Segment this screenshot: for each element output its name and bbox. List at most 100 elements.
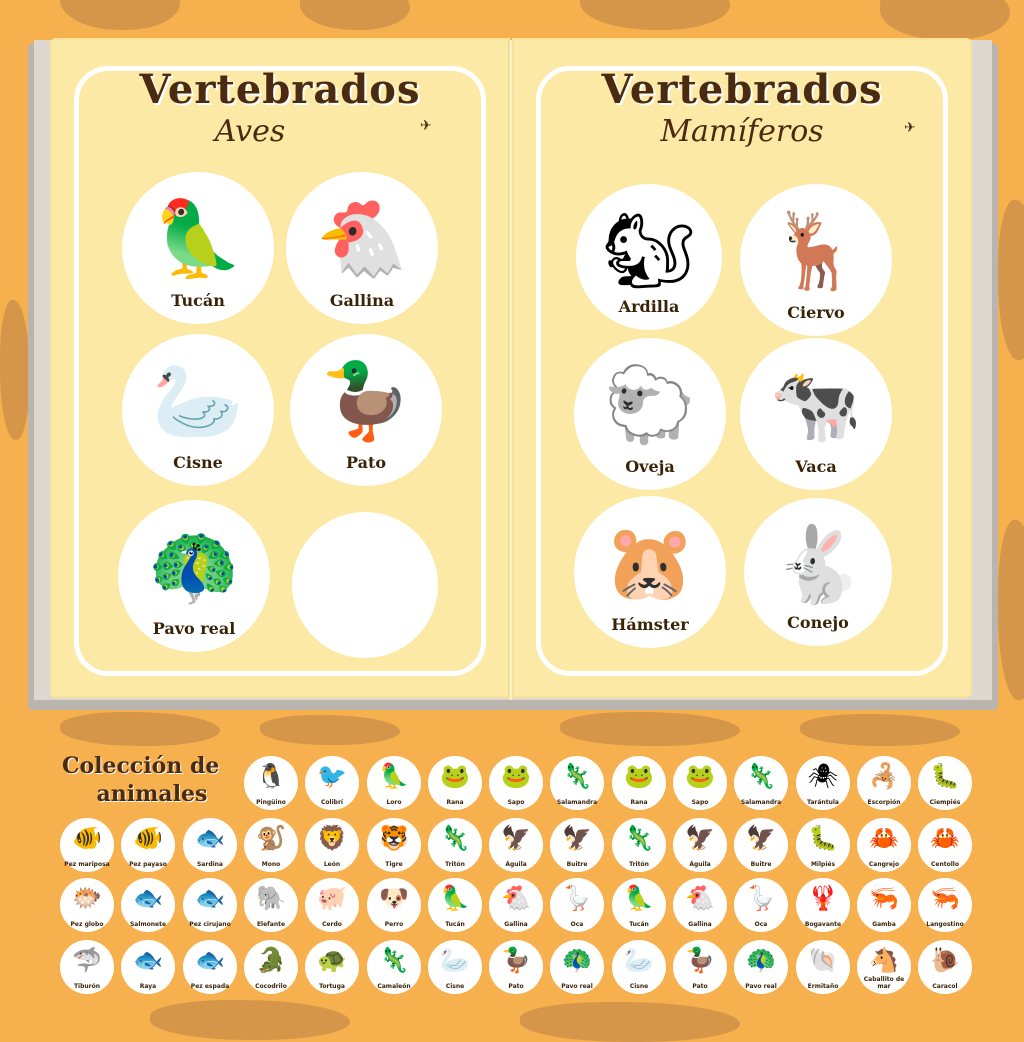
sticker-item[interactable]: 🦀 Cangrejo (857, 818, 911, 872)
sticker-item[interactable]: 🦎 Tritón (612, 818, 666, 872)
sticker-item[interactable]: 🐒 Mono (244, 818, 298, 872)
sticker-item[interactable]: 🦎 Salamandra (734, 756, 788, 810)
sticker-item[interactable]: 🐯 Tigre (367, 818, 421, 872)
animal-card-swan[interactable]: 🦢 Cisne (122, 334, 274, 486)
animal-card-sheep[interactable]: 🐑 Oveja (574, 338, 726, 490)
sticker-item[interactable]: 🐛 Milpiés (796, 818, 850, 872)
sticker-animal-icon: 🐟 (133, 884, 163, 912)
sticker-item[interactable]: 🐸 Rana (428, 756, 482, 810)
empty-animal-slot[interactable] (292, 512, 438, 658)
sticker-label: Oca (754, 921, 768, 928)
sticker-item[interactable]: 🦢 Cisne (428, 940, 482, 994)
sticker-animal-icon: 🐊 (256, 946, 286, 974)
animal-card-rabbit[interactable]: 🐇 Conejo (744, 498, 892, 646)
sticker-item[interactable]: 🐘 Elefante (244, 878, 298, 932)
animal-card-peacock[interactable]: 🦚 Pavo real (118, 500, 270, 652)
sticker-item[interactable]: 🐧 Pingüino (244, 756, 298, 810)
background-silhouette (800, 714, 960, 746)
sticker-item[interactable]: 🦜 Loro (367, 756, 421, 810)
sticker-item[interactable]: 🐚 Ermitaño (796, 940, 850, 994)
sticker-item[interactable]: 🐠 Pez payaso (121, 818, 175, 872)
right-page: Vertebrados Mamíferos ✈ 🐿 Ardilla 🦌 Cier… (512, 38, 972, 698)
sticker-item[interactable]: 🦞 Bogavante (796, 878, 850, 932)
sticker-item[interactable]: 🦅 Buitre (734, 818, 788, 872)
sticker-item[interactable]: 🦅 Buitre (550, 818, 604, 872)
sticker-item[interactable]: 🐖 Cerdo (305, 878, 359, 932)
animal-label: Ardilla (618, 297, 680, 316)
animal-card-cow[interactable]: 🐄 Vaca (740, 338, 892, 490)
sticker-item[interactable]: 🪿 Oca (734, 878, 788, 932)
sticker-item[interactable]: 🦜 Tucán (612, 878, 666, 932)
sticker-item[interactable]: 🦂 Escorpión (857, 756, 911, 810)
sticker-animal-icon: 🦅 (685, 824, 715, 852)
sticker-label: Tigre (385, 861, 403, 868)
sticker-item[interactable]: 🐊 Cocodrilo (244, 940, 298, 994)
sticker-animal-icon: 🐸 (624, 762, 654, 790)
sticker-item[interactable]: 🐸 Sapo (489, 756, 543, 810)
animal-card-toucan[interactable]: 🦜 Tucán (122, 172, 274, 324)
sticker-animal-icon: 🦜 (440, 884, 470, 912)
sticker-item[interactable]: 🦈 Tiburón (60, 940, 114, 994)
sticker-item[interactable]: 🦐 Langostino (918, 878, 972, 932)
animal-card-duck[interactable]: 🦆 Pato (290, 334, 442, 486)
sticker-item[interactable]: 🐌 Caracol (918, 940, 972, 994)
sticker-animal-icon: 🦐 (930, 884, 960, 912)
sticker-item[interactable]: 🦚 Pavo real (550, 940, 604, 994)
sticker-animal-icon: 🐟 (195, 946, 225, 974)
background-silhouette (520, 1002, 740, 1042)
sticker-item[interactable]: 🐛 Ciempiés (918, 756, 972, 810)
sticker-item[interactable]: 🦆 Pato (673, 940, 727, 994)
sticker-label: Loro (386, 799, 402, 806)
sticker-label: Sapo (507, 799, 525, 806)
sticker-item[interactable]: 🐟 Pez espada (183, 940, 237, 994)
sticker-item[interactable]: 🪿 Oca (550, 878, 604, 932)
sticker-animal-icon: 🐟 (195, 884, 225, 912)
sticker-item[interactable]: 🦎 Salamandra (550, 756, 604, 810)
background-silhouette (150, 1000, 350, 1040)
sticker-item[interactable]: 🐸 Rana (612, 756, 666, 810)
sticker-item[interactable]: 🐟 Raya (121, 940, 175, 994)
sticker-item[interactable]: 🐡 Pez globo (60, 878, 114, 932)
sticker-item[interactable]: 🦆 Pato (489, 940, 543, 994)
sticker-item[interactable]: 🦅 Águila (489, 818, 543, 872)
sticker-item[interactable]: 🐟 Salmonete (121, 878, 175, 932)
sticker-item[interactable]: 🦚 Pavo real (734, 940, 788, 994)
sticker-item[interactable]: 🐦 Colibrí (305, 756, 359, 810)
sticker-label: Pavo real (745, 983, 777, 990)
sticker-item[interactable]: 🐟 Pez cirujano (183, 878, 237, 932)
sticker-item[interactable]: 🦐 Gamba (857, 878, 911, 932)
sticker-animal-icon: 🐛 (930, 762, 960, 790)
sticker-label: Buitre (566, 861, 588, 868)
sticker-label: Salmonete (129, 921, 167, 928)
sticker-item[interactable]: 🦎 Tritón (428, 818, 482, 872)
sticker-item[interactable]: 🐔 Gallina (673, 878, 727, 932)
sticker-item[interactable]: 🦅 Águila (673, 818, 727, 872)
sticker-item[interactable]: 🐸 Sapo (673, 756, 727, 810)
sticker-item[interactable]: 🐢 Tortuga (305, 940, 359, 994)
sticker-animal-icon: 🦎 (562, 762, 592, 790)
sticker-item[interactable]: 🦁 León (305, 818, 359, 872)
sticker-item[interactable]: 🐠 Pez mariposa (60, 818, 114, 872)
sticker-item[interactable]: 🦎 Camaleón (367, 940, 421, 994)
sticker-item[interactable]: 🕷 Tarántula (796, 756, 850, 810)
animal-card-hamster[interactable]: 🐹 Hámster (574, 496, 726, 648)
sticker-animal-icon: 🦂 (869, 762, 899, 790)
sticker-item[interactable]: 🐔 Gallina (489, 878, 543, 932)
sticker-label: Camaleón (377, 983, 411, 990)
sticker-item[interactable]: 🐴 Caballito de mar (857, 940, 911, 994)
sticker-label: Águila (505, 861, 527, 868)
animal-card-deer[interactable]: 🦌 Ciervo (740, 184, 892, 336)
sticker-item[interactable]: 🦀 Centollo (918, 818, 972, 872)
sticker-animal-icon: 🦐 (869, 884, 899, 912)
sticker-item[interactable]: 🦜 Tucán (428, 878, 482, 932)
sticker-item[interactable]: 🦢 Cisne (612, 940, 666, 994)
sticker-animal-icon: 🐸 (440, 762, 470, 790)
animal-card-hen[interactable]: 🐔 Gallina (286, 172, 438, 324)
sticker-item[interactable]: 🐶 Perro (367, 878, 421, 932)
animal-card-squirrel[interactable]: 🐿 Ardilla (576, 184, 722, 330)
sticker-animal-icon: 🐟 (195, 824, 225, 852)
sticker-label: Tortuga (319, 983, 345, 990)
swan-icon: 🦢 (151, 358, 245, 444)
sticker-item[interactable]: 🐟 Sardina (183, 818, 237, 872)
sticker-label: Rana (630, 799, 648, 806)
